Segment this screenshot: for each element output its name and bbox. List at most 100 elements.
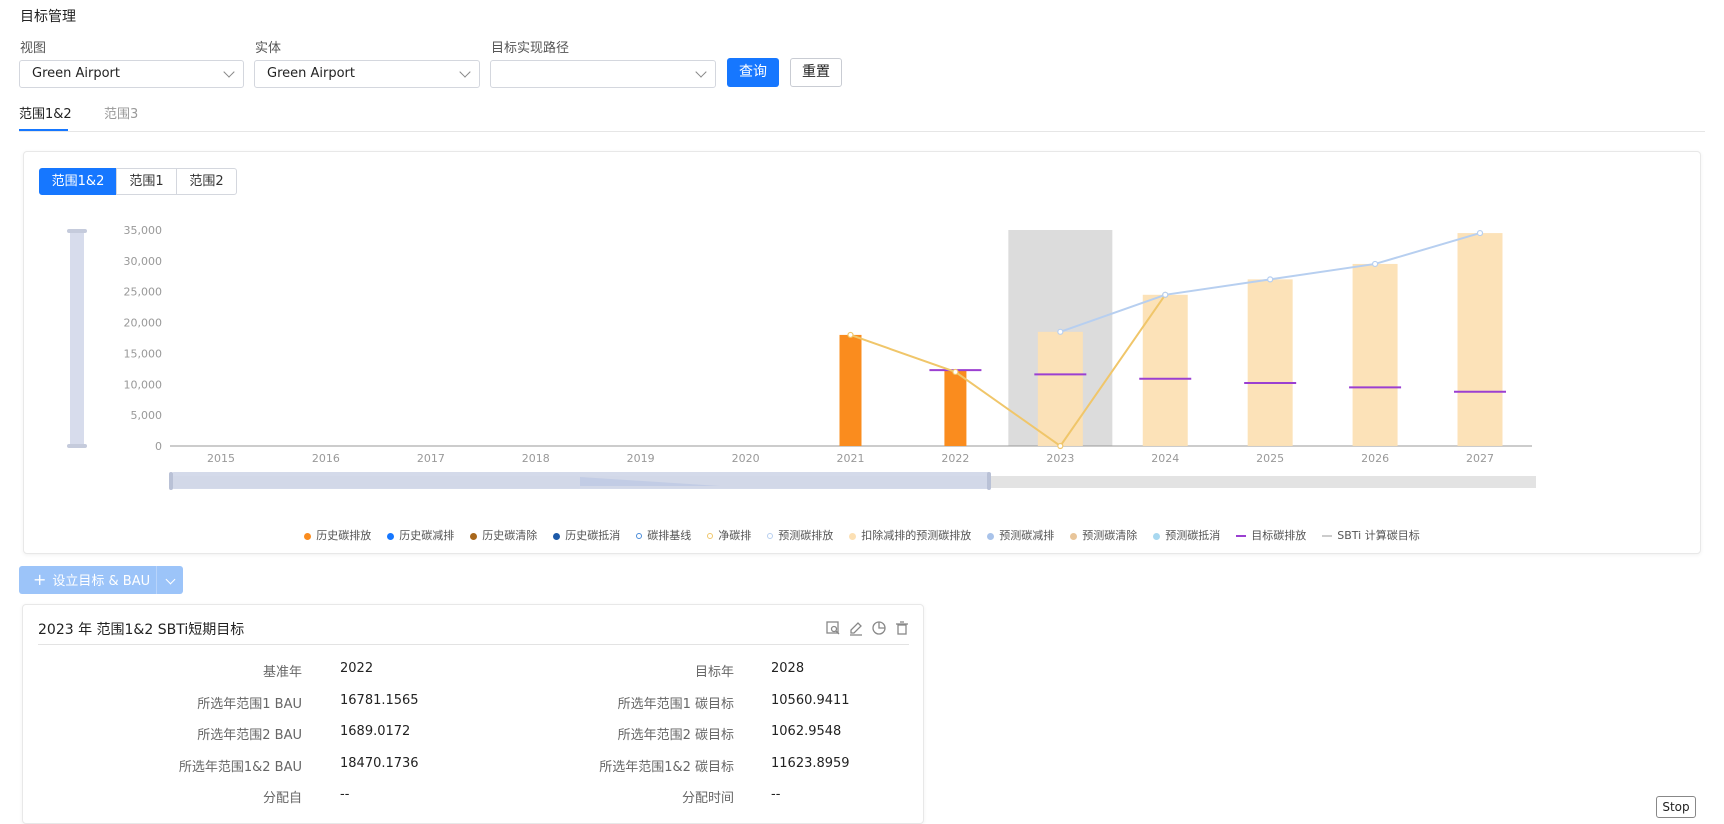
series-point-净碳排-2021 (847, 331, 854, 339)
legend-marker-icon (1236, 535, 1247, 537)
x-tick-label: 2017 (417, 452, 445, 465)
delete-icon[interactable] (894, 620, 910, 636)
legend-item[interactable]: 预测碳清除 (1070, 527, 1137, 543)
scope1-bau-value: 16781.1565 (340, 693, 419, 708)
vertical-zoom-handle-top[interactable] (67, 229, 87, 233)
legend-item[interactable]: 历史碳清除 (470, 527, 537, 543)
legend-marker-icon (707, 533, 714, 539)
legend-marker-icon (849, 532, 857, 540)
legend-marker-icon (1070, 532, 1078, 540)
legend-marker-icon (304, 532, 312, 540)
legend-label: 预测碳减排 (999, 529, 1055, 542)
emissions-chart: 0 5,000 10,000 15,000 20,000 25,000 30,000 35,0… (67, 224, 1536, 490)
target-year-value: 2028 (771, 661, 805, 676)
scope2-bau-value: 1689.0172 (340, 724, 411, 739)
allocation-chart-icon[interactable] (871, 620, 887, 636)
plus-icon: + (33, 570, 47, 589)
legend-label: 预测碳排放 (778, 529, 834, 542)
series-point-预测碳排放-2024 (1162, 291, 1169, 298)
y-tick-label: 25,000 (124, 286, 163, 299)
scope2-target-value: 1062.9548 (771, 724, 842, 739)
legend-item[interactable]: 历史碳减排 (387, 527, 454, 543)
y-tick-label: 30,000 (124, 255, 163, 268)
scope12-bau-value: 18470.1736 (340, 756, 419, 771)
legend-item[interactable]: 预测碳排放 (767, 527, 833, 543)
target-year-label: 目标年 (694, 665, 734, 680)
legend-item[interactable]: 预测碳减排 (987, 527, 1054, 543)
allocated-from-value: -- (340, 787, 350, 802)
legend-item[interactable]: SBTi 计算碳目标 (1322, 527, 1420, 543)
series-point-预测碳排放-2027 (1476, 229, 1484, 237)
legend-marker-icon (1153, 532, 1161, 540)
y-tick-label: 10,000 (124, 378, 163, 391)
vertical-zoom-track[interactable] (70, 231, 84, 447)
edit-icon[interactable] (848, 620, 864, 636)
x-tick-label: 2025 (1256, 452, 1284, 465)
series-point-净碳排-2023 (1057, 442, 1064, 450)
legend-item[interactable]: 目标碳排放 (1236, 527, 1306, 543)
x-tick-label: 2019 (627, 452, 655, 465)
series-line-净碳排 (850, 294, 1167, 448)
legend-label: 历史碳清除 (482, 529, 538, 542)
add-target-button[interactable]: + 设立目标 & BAU (19, 566, 155, 594)
x-tick-label: 2021 (837, 452, 865, 465)
bar-扣除减排的预测碳排放-2026 (1352, 263, 1398, 446)
horizontal-zoom-handle-right[interactable] (987, 472, 991, 490)
legend-item[interactable]: 历史碳排放 (304, 527, 371, 543)
x-tick-label: 2016 (312, 452, 340, 465)
vertical-zoom-handle-bottom[interactable] (67, 444, 87, 448)
scope1-target-value: 10560.9411 (771, 693, 850, 708)
legend-label: 扣除减排的预测碳排放 (861, 529, 972, 542)
legend-label: 净碳排 (718, 529, 752, 542)
y-tick-label: 0 (155, 440, 162, 453)
x-tick-label: 2026 (1361, 452, 1389, 465)
card-divider (38, 644, 909, 645)
series-point-预测碳排放-2026 (1371, 260, 1379, 268)
add-target-dropdown[interactable] (156, 566, 183, 594)
scope1-target-label: 所选年范围1 碳目标 (617, 697, 734, 712)
legend-item[interactable]: 预测碳抵消 (1153, 527, 1220, 543)
y-tick-label: 35,000 (124, 224, 163, 237)
legend-label: 历史碳减排 (399, 529, 455, 542)
scope1-bau-label: 所选年范围1 BAU (197, 697, 302, 712)
scope12-target-value: 11623.8959 (771, 756, 850, 771)
allocated-from-label: 分配自 (262, 791, 302, 806)
bar-扣除减排的预测碳排放-2025 (1247, 279, 1293, 446)
scope2-target-label: 所选年范围2 碳目标 (617, 728, 734, 743)
bar-历史碳排放-2021 (839, 334, 862, 446)
view-detail-icon[interactable] (825, 620, 841, 636)
legend-label: 预测碳清除 (1082, 529, 1138, 542)
stop-button[interactable]: Stop (1656, 796, 1696, 818)
target-card-title: 2023 年 范围1&2 SBTi短期目标 (38, 622, 245, 638)
legend-marker-icon (470, 532, 478, 540)
base-year-value: 2022 (340, 661, 374, 676)
y-tick-label: 20,000 (124, 317, 163, 330)
bar-扣除减排的预测碳排放-2027 (1457, 233, 1503, 446)
legend-label: 历史碳抵消 (565, 529, 621, 542)
legend-item[interactable]: 扣除减排的预测碳排放 (849, 527, 971, 543)
series-point-预测碳排放-2023 (1057, 328, 1064, 335)
legend-item[interactable]: 历史碳抵消 (553, 527, 620, 543)
x-tick-label: 2024 (1151, 452, 1179, 465)
legend-marker-icon (987, 532, 995, 540)
series-point-净碳排-2022 (952, 368, 959, 376)
y-tick-label: 15,000 (124, 347, 163, 360)
chart-legend: 历史碳排放 历史碳减排 历史碳清除 历史碳抵消 碳排基线 净碳排 预测碳排放 扣除减排的预测碳… (0, 527, 1724, 543)
x-tick-label: 2015 (207, 452, 235, 465)
add-target-button-group[interactable]: + 设立目标 & BAU (19, 566, 183, 594)
x-tick-label: 2023 (1046, 452, 1074, 465)
legend-marker-icon (553, 532, 561, 540)
horizontal-zoom-handle-left[interactable] (169, 472, 173, 490)
series-point-预测碳排放-2025 (1267, 276, 1274, 283)
x-tick-label: 2022 (941, 452, 969, 465)
scope2-bau-label: 所选年范围2 BAU (197, 728, 302, 743)
legend-marker-icon (1322, 535, 1333, 537)
legend-marker-icon (387, 532, 395, 540)
x-tick-label: 2018 (522, 452, 550, 465)
scope12-target-label: 所选年范围1&2 碳目标 (599, 760, 734, 775)
legend-marker-icon (767, 533, 774, 539)
legend-item[interactable]: 净碳排 (707, 527, 751, 543)
legend-label: 目标碳排放 (1251, 529, 1307, 542)
legend-item[interactable]: 碳排基线 (636, 527, 691, 543)
legend-marker-icon (636, 533, 643, 539)
